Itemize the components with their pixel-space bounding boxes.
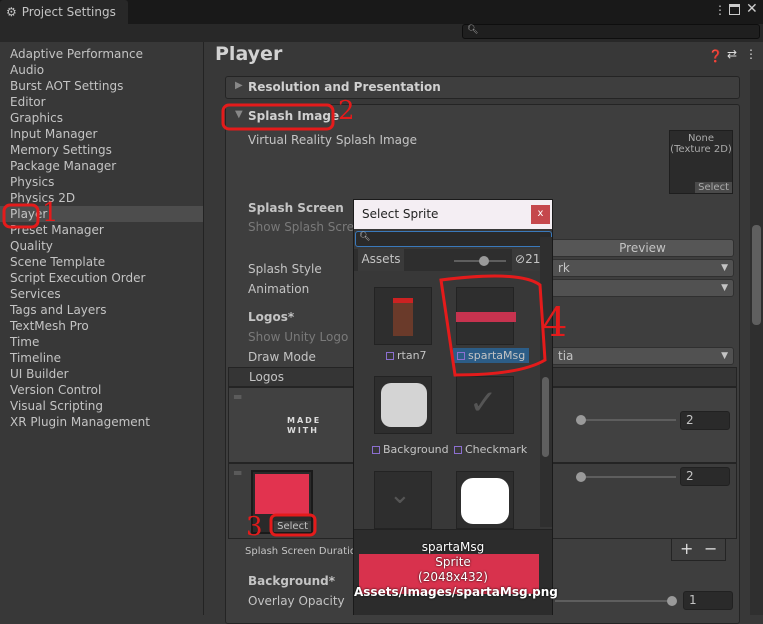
annotation-box-3	[269, 513, 317, 537]
annotation-box-4	[439, 274, 547, 377]
annotation-number: 2	[338, 96, 355, 126]
annotation-number: 4	[542, 300, 568, 346]
annotation-box-1	[2, 203, 40, 229]
annotation-box-2	[221, 103, 335, 131]
annotation-number: 3	[246, 512, 263, 542]
annotation-number: 1	[42, 198, 59, 228]
annotation-overlay	[2, 103, 547, 537]
